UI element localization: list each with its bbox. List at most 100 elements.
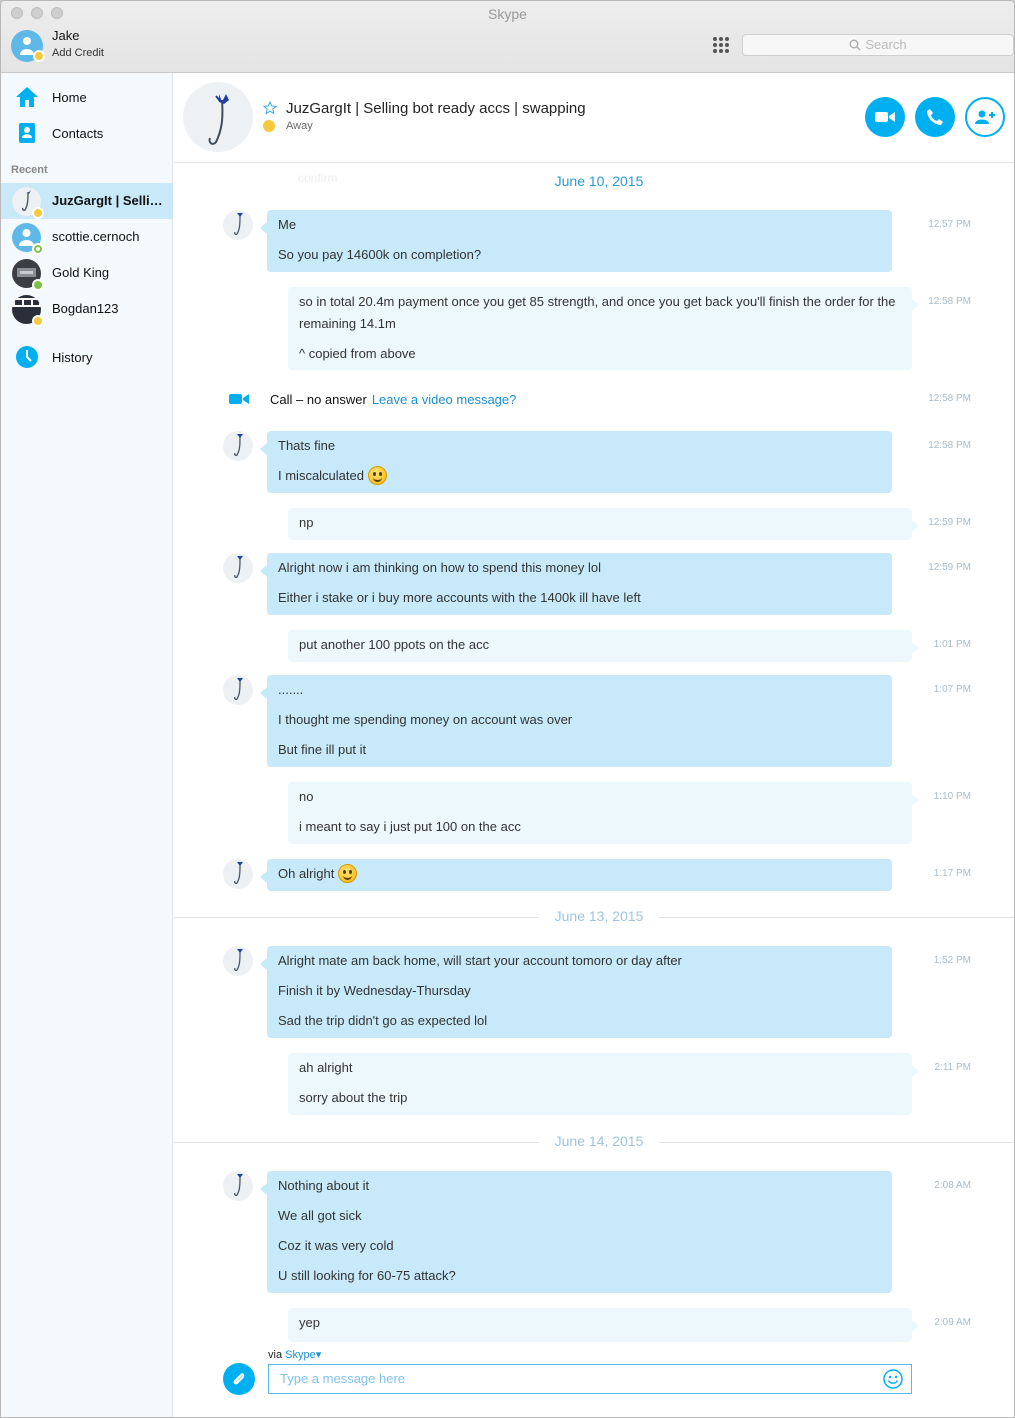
sender-avatar[interactable] xyxy=(223,859,253,889)
contact-name: JuzGargIt | Selling bot ready accs | swa… xyxy=(52,193,164,208)
contact-name: Gold King xyxy=(52,265,110,280)
outgoing-message-bubble[interactable]: so in total 20.4m payment once you get 8… xyxy=(288,287,919,370)
sender-avatar[interactable] xyxy=(223,1171,253,1201)
sidebar-item-history[interactable]: History xyxy=(1,342,173,372)
sidebar: Home Contacts Recent JuzGargIt | Selling… xyxy=(1,73,173,1417)
message-line: i meant to say i just put 100 on the acc xyxy=(299,819,521,834)
message-time: 12:58 PM xyxy=(928,393,971,404)
recent-contact-juzgargit[interactable]: JuzGargIt | Selling bot ready accs | swa… xyxy=(1,183,173,219)
message-line: U still looking for 60-75 attack? xyxy=(278,1268,456,1283)
outgoing-message-bubble[interactable]: np xyxy=(288,508,919,540)
message-line: put another 100 ppots on the acc xyxy=(299,637,490,652)
message-line: So you pay 14600k on completion? xyxy=(278,247,482,262)
incoming-message-bubble[interactable]: ....... I thought me spending money on a… xyxy=(260,675,892,767)
recent-contact-gold-king[interactable]: Gold King xyxy=(1,255,173,291)
my-avatar[interactable] xyxy=(11,30,45,62)
add-credit-link[interactable]: Add Credit xyxy=(52,47,104,59)
app-title: Skype xyxy=(488,6,527,22)
chevron-down-icon: ▾ xyxy=(315,1349,322,1361)
away-status-icon xyxy=(33,50,45,62)
chat-area: confirm June 10, 2015 Me So you pay 1460… xyxy=(174,164,1014,1417)
date-separator: June 13, 2015 xyxy=(174,908,1014,928)
message-time: 12:58 PM xyxy=(928,440,971,451)
incoming-message-bubble[interactable]: Thats fine I miscalculated xyxy=(260,431,892,493)
outgoing-message-bubble[interactable]: put another 100 ppots on the acc xyxy=(288,630,919,662)
message-line: no xyxy=(299,789,314,804)
conversation-title: JuzGargIt | Selling bot ready accs | swa… xyxy=(286,100,586,117)
sidebar-item-contacts[interactable]: Contacts xyxy=(1,118,173,148)
recent-contact-scottie[interactable]: scottie.cernoch xyxy=(1,219,173,255)
via-skype-selector[interactable]: via Skype▾ xyxy=(268,1348,321,1361)
sender-avatar[interactable] xyxy=(223,431,253,461)
message-time: 2:09 AM xyxy=(934,1317,971,1328)
away-status-icon xyxy=(32,207,44,219)
search-placeholder: Search xyxy=(865,37,907,52)
title-bar: Skype Jake Add Credit Search xyxy=(1,1,1014,73)
message-line: Sad the trip didn't go as expected lol xyxy=(278,1013,488,1028)
message-time: 12:58 PM xyxy=(928,296,971,307)
recent-contact-bogdan[interactable]: Bogdan123 xyxy=(1,291,173,327)
sender-avatar[interactable] xyxy=(223,675,253,705)
message-time: 1:17 PM xyxy=(933,868,971,879)
sender-avatar[interactable] xyxy=(223,553,253,583)
incoming-message-bubble[interactable]: Alright mate am back home, will start yo… xyxy=(260,946,892,1038)
home-icon xyxy=(16,87,38,107)
conversation-status: Away xyxy=(286,120,313,132)
away-status-icon xyxy=(263,120,275,132)
outgoing-message-bubble[interactable]: no i meant to say i just put 100 on the … xyxy=(288,782,919,844)
leave-video-message-link[interactable]: Leave a video message? xyxy=(372,392,517,407)
contact-avatar[interactable] xyxy=(183,82,253,152)
person-icon xyxy=(20,37,34,55)
message-time: 2:08 AM xyxy=(934,1180,971,1191)
emoticon-picker-icon[interactable] xyxy=(883,1369,903,1389)
message-line: ....... xyxy=(278,682,304,697)
incoming-message-bubble[interactable]: Nothing about it We all got sick Coz it … xyxy=(260,1171,892,1293)
video-call-button[interactable] xyxy=(865,97,905,137)
message-line: Oh alright xyxy=(278,866,335,881)
message-line: yep xyxy=(299,1315,320,1330)
message-line: Alright mate am back home, will start yo… xyxy=(278,953,682,968)
sidebar-item-label: Home xyxy=(52,89,87,105)
attach-file-button[interactable] xyxy=(223,1363,255,1395)
paperclip-icon xyxy=(233,1373,245,1385)
message-line: Coz it was very cold xyxy=(278,1238,394,1253)
phone-icon xyxy=(927,109,943,125)
sidebar-item-label: History xyxy=(52,349,93,365)
outgoing-message-bubble[interactable]: ah alright sorry about the trip xyxy=(288,1053,919,1115)
sidebar-item-home[interactable]: Home xyxy=(1,82,173,112)
outgoing-message-bubble[interactable]: yep xyxy=(288,1308,919,1342)
message-line: Finish it by Wednesday-Thursday xyxy=(278,983,471,998)
contacts-icon xyxy=(19,123,35,143)
message-time: 1:07 PM xyxy=(933,684,971,695)
call-status-text: Call – no answer xyxy=(270,392,367,407)
message-time: 1:01 PM xyxy=(933,639,971,650)
message-line: so in total 20.4m payment once you get 8… xyxy=(299,294,896,331)
message-line: ah alright xyxy=(299,1060,353,1075)
incoming-message-bubble[interactable]: Me So you pay 14600k on completion? xyxy=(260,210,892,272)
recent-header: Recent xyxy=(11,164,48,176)
away-status-icon xyxy=(32,315,44,327)
sidebar-item-label: Contacts xyxy=(52,125,104,141)
contact-name: Bogdan123 xyxy=(52,301,119,316)
dialpad-icon[interactable] xyxy=(713,37,729,53)
conversation-header: JuzGargIt | Selling bot ready accs | swa… xyxy=(174,73,1014,163)
message-line: Nothing about it xyxy=(278,1178,370,1193)
incoming-message-bubble[interactable]: Alright now i am thinking on how to spen… xyxy=(260,553,892,615)
voice-call-button[interactable] xyxy=(915,97,955,137)
online-status-icon xyxy=(32,279,44,291)
search-input[interactable]: Search xyxy=(742,34,1014,56)
message-time: 1:52 PM xyxy=(933,955,971,966)
search-icon xyxy=(849,39,861,51)
message-line: sorry about the trip xyxy=(299,1090,408,1105)
favorite-star-icon[interactable] xyxy=(263,101,277,115)
incoming-message-bubble[interactable]: Oh alright xyxy=(260,859,892,891)
message-input[interactable]: Type a message here xyxy=(268,1364,912,1394)
message-input-placeholder: Type a message here xyxy=(280,1371,406,1386)
smile-emoticon-icon xyxy=(338,864,358,883)
add-participant-button[interactable] xyxy=(965,97,1005,137)
sender-avatar[interactable] xyxy=(223,946,253,976)
my-name[interactable]: Jake xyxy=(52,28,79,43)
message-time: 12:57 PM xyxy=(928,219,971,230)
message-line: I thought me spending money on account w… xyxy=(278,712,573,727)
sender-avatar[interactable] xyxy=(223,210,253,240)
